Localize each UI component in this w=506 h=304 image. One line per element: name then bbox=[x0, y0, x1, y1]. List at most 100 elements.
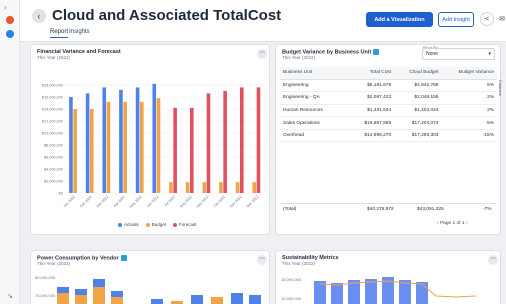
left-rail: › ↘ bbox=[0, 0, 20, 304]
bar-budget bbox=[235, 182, 240, 193]
next-page-icon[interactable]: › bbox=[466, 221, 468, 226]
tab-insights[interactable]: Insights bbox=[69, 29, 90, 37]
budget-table: Business Unit Total Cost Cloud Budget Bu… bbox=[280, 67, 497, 143]
table-row[interactable]: Sales Operations $16,567,965 $17,404,074 -5… bbox=[280, 116, 497, 130]
back-button[interactable]: ‹ bbox=[32, 9, 46, 23]
chevron-down-icon: ▾ bbox=[488, 51, 491, 57]
bar-budget bbox=[73, 109, 77, 193]
bar-forecast bbox=[223, 91, 227, 193]
bar bbox=[211, 297, 223, 304]
power-bar-chart bbox=[57, 279, 261, 304]
app-logo-icon[interactable] bbox=[6, 16, 14, 24]
bar bbox=[151, 299, 163, 304]
column-header[interactable]: Cloud Budget bbox=[394, 67, 442, 80]
x-tick-label: Dec 2022 bbox=[246, 195, 260, 209]
sustainability-card: Sustainability Metrics This Year (2022) … bbox=[275, 250, 501, 304]
legend-label-budget: Budget bbox=[151, 222, 167, 227]
y-tick-label: $2,000,000 bbox=[44, 180, 63, 184]
y-tick-label: $8,000,000 bbox=[44, 144, 63, 148]
cell-business-unit: Engineering - QA bbox=[280, 91, 350, 105]
x-tick-label: Apr 2022 bbox=[113, 195, 126, 208]
cell-budget-variance: -15% bbox=[441, 129, 497, 143]
cell-total-cost: $16,567,965 bbox=[350, 116, 395, 130]
cell-budget-variance: 5% bbox=[441, 79, 497, 93]
chevron-left-icon: ‹ bbox=[37, 11, 41, 21]
bar-forecast bbox=[190, 107, 194, 193]
table-row[interactable]: Engineering $5,181,679 $4,942,768 5% bbox=[280, 79, 497, 93]
y-tick-label: $4,000,000 bbox=[44, 168, 63, 172]
bar bbox=[75, 295, 87, 304]
add-visualization-button[interactable]: Add a Visualization bbox=[366, 12, 433, 27]
add-insight-button[interactable]: Add Insight bbox=[438, 12, 474, 27]
bar-budget bbox=[252, 182, 257, 193]
legend-label-forecast: Forecast bbox=[179, 222, 197, 227]
chart-legend: Actuals Budget Forecast bbox=[118, 222, 197, 227]
cell-total-cost: $2,097,423 bbox=[350, 91, 395, 105]
bar-budget bbox=[185, 182, 190, 193]
page-title: Cloud and Associated TotalCost bbox=[52, 7, 282, 24]
bar bbox=[93, 287, 105, 304]
y-tick-label: $14,000,000 bbox=[42, 108, 63, 112]
bar-actuals bbox=[119, 89, 123, 193]
collapse-icon[interactable]: ↘ bbox=[7, 292, 13, 300]
x-tick-label: Aug 2022 bbox=[179, 195, 193, 209]
bar bbox=[191, 295, 203, 304]
bar-forecast bbox=[256, 87, 261, 193]
table-row[interactable]: Overhead $14,998,270 $17,293,303 -15% bbox=[280, 129, 497, 143]
page-header: ‹ Cloud and Associated TotalCost Report … bbox=[20, 0, 506, 42]
cell-budget-variance: 2% bbox=[441, 91, 497, 105]
cell-total-cost: $14,998,270 bbox=[350, 129, 395, 143]
cell-total-cost: $1,431,634 bbox=[350, 104, 395, 118]
info-icon[interactable] bbox=[373, 49, 380, 55]
table-total-row: (Total) $40,276,972 $43,091,325 -7% bbox=[280, 203, 497, 215]
financial-bar-chart: $0 $2,000,000 $4,000,000 $6,000,000 $8,000,0… bbox=[42, 84, 265, 209]
column-header[interactable]: Total Cost bbox=[350, 67, 395, 80]
table-header-row: Business Unit Total Cost Cloud Budget Bu… bbox=[280, 67, 497, 80]
cell-cloud-budget: $17,404,074 bbox=[394, 116, 442, 130]
prev-page-icon[interactable]: ‹ bbox=[437, 221, 439, 226]
cell-business-unit: Human Resources bbox=[280, 104, 350, 118]
x-tick-label: Feb 2022 bbox=[79, 195, 93, 209]
columns-side-tab[interactable]: Columns bbox=[498, 80, 503, 96]
x-tick-label: Oct 2022 bbox=[213, 195, 226, 208]
cell-business-unit: Sales Operations bbox=[280, 116, 350, 130]
bar-budget bbox=[202, 182, 207, 193]
nav-item-icon[interactable] bbox=[6, 30, 14, 38]
x-tick-label: May 2022 bbox=[129, 195, 143, 209]
bar-budget bbox=[156, 98, 161, 193]
bar bbox=[57, 293, 69, 304]
bar-budget bbox=[219, 182, 223, 193]
share-icon[interactable]: < bbox=[480, 12, 494, 26]
page-indicator: Page 1 of 1 bbox=[439, 221, 465, 226]
sustainability-chart bbox=[314, 277, 477, 304]
cell-cloud-budget: $4,942,768 bbox=[394, 79, 442, 93]
bar-forecast bbox=[206, 93, 211, 193]
bar-budget bbox=[123, 101, 127, 193]
bar-budget bbox=[169, 182, 173, 193]
x-tick-label: Nov 2022 bbox=[229, 195, 243, 209]
y-tick-label: $16,000,000 bbox=[42, 96, 63, 100]
cell-total-cost: $5,181,679 bbox=[350, 79, 395, 93]
cell-cloud-budget: $1,403,024 bbox=[394, 104, 442, 118]
pivot-select[interactable]: None ▾ bbox=[422, 48, 495, 60]
cell-budget-variance: -5% bbox=[441, 116, 497, 130]
table-row[interactable]: Engineering - QA $2,097,423 $2,048,156 2% bbox=[280, 91, 497, 105]
email-icon[interactable]: ✉ bbox=[495, 12, 506, 26]
pivot-value: None bbox=[426, 51, 438, 57]
x-tick-label: Jun 2022 bbox=[146, 195, 159, 208]
total-cost: $40,276,972 bbox=[367, 207, 394, 212]
y-tick-label: $10,000,000 bbox=[42, 132, 63, 136]
pagination: ‹ Page 1 of 1 › bbox=[437, 221, 467, 226]
table-row[interactable]: Human Resources $1,431,634 $1,403,024 2% bbox=[280, 104, 497, 118]
column-header[interactable]: Budget Variance bbox=[441, 67, 497, 80]
cell-budget-variance: 2% bbox=[441, 104, 497, 118]
tab-report[interactable]: Report bbox=[50, 29, 69, 38]
legend-label-actuals: Actuals bbox=[124, 222, 139, 227]
column-header[interactable]: Business Unit bbox=[280, 67, 350, 80]
total-label: (Total) bbox=[283, 207, 297, 212]
y-tick-label: $6,000,000 bbox=[44, 156, 63, 160]
x-tick-label: Sep 2022 bbox=[196, 195, 210, 209]
x-tick-label: Jan 2022 bbox=[63, 195, 76, 208]
bar-actuals bbox=[69, 97, 73, 193]
chevron-right-icon[interactable]: › bbox=[4, 3, 7, 12]
